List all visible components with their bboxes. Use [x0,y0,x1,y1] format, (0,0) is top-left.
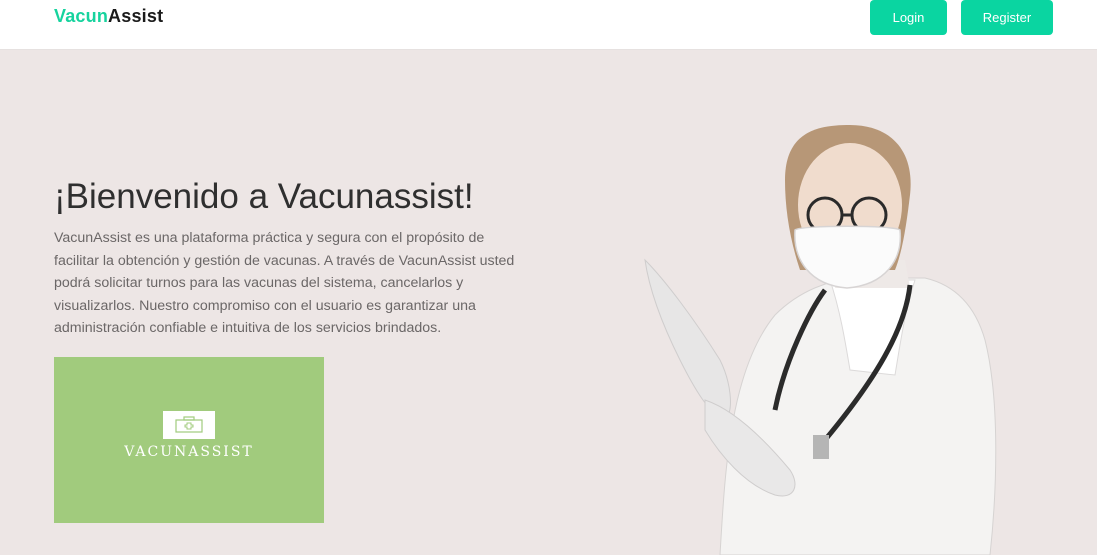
medical-kit-icon [163,411,215,439]
brand-logo[interactable]: VacunAssist [54,6,163,27]
page-title: ¡Bienvenido a Vacunassist! [54,177,474,216]
brand-part-assist: Assist [108,6,164,26]
login-button[interactable]: Login [870,0,947,35]
vacunassist-logo-card: VACUNASSIST [54,357,324,523]
doctor-image [644,125,997,555]
brand-part-vacun: Vacun [54,6,109,26]
hero-description: VacunAssist es una plataforma práctica y… [54,230,515,336]
logo-text: VACUNASSIST [124,444,254,460]
navbar: VacunAssist Login Register [0,0,1097,50]
register-button[interactable]: Register [961,0,1053,35]
